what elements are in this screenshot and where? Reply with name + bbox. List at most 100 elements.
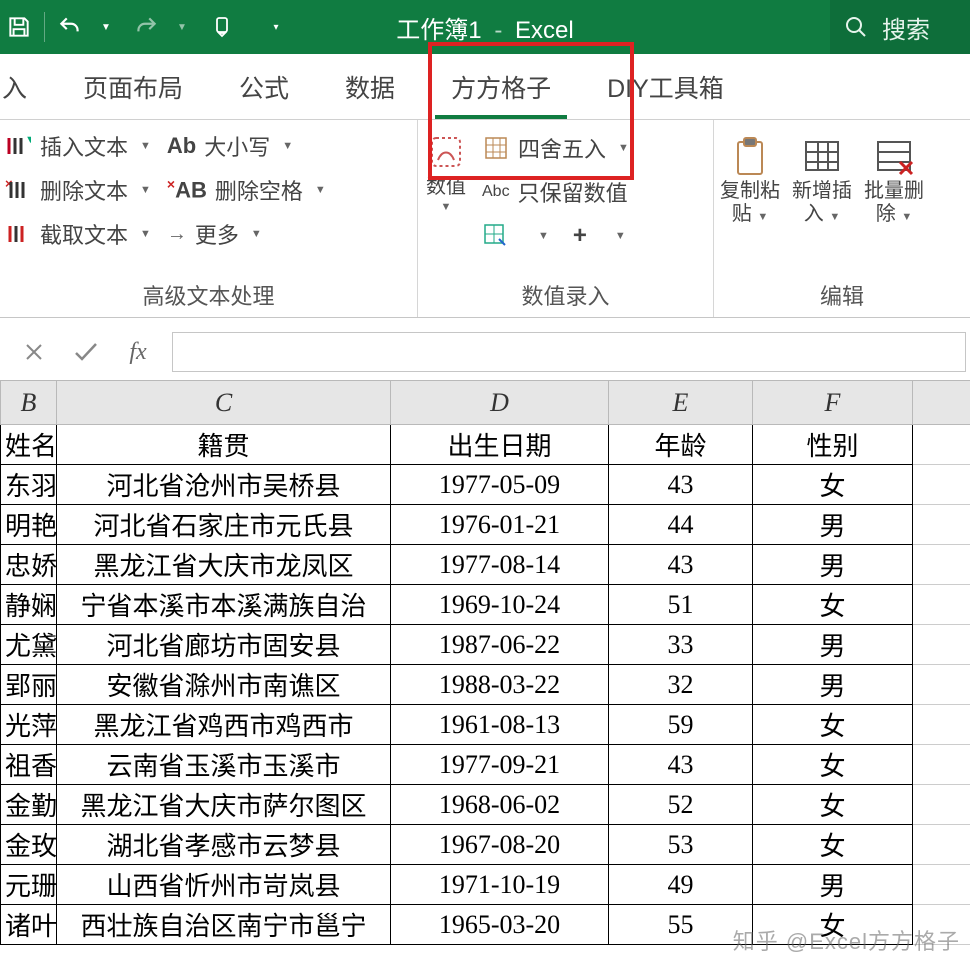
copy-paste-button[interactable]: 复制粘贴 ▼ [714,130,786,226]
table-row[interactable]: 金玫湖北省孝感市云梦县1967-08-2053女 [1,825,970,865]
cell[interactable]: 女 [753,825,913,865]
cell[interactable]: 1987-06-22 [391,625,609,665]
cell[interactable]: 山西省忻州市岢岚县 [57,865,391,905]
plus-button[interactable]: + [573,222,587,250]
table-row[interactable]: 郢丽安徽省滁州市南谯区1988-03-2232男 [1,665,970,705]
cell[interactable]: 安徽省滁州市南谯区 [57,665,391,705]
cell[interactable]: 1961-08-13 [391,705,609,745]
cell[interactable]: 1968-06-02 [391,785,609,825]
col-D[interactable]: D [391,381,609,425]
cell[interactable]: 尤黛 [1,625,57,665]
cell[interactable]: 53 [609,825,753,865]
cell[interactable]: 女 [753,745,913,785]
undo-dropdown[interactable]: ▼ [87,8,125,46]
column-headers[interactable]: B C D E F [1,381,970,425]
cell[interactable]: 女 [753,785,913,825]
edit-table-button[interactable] [482,222,510,250]
table-row[interactable]: 元珊山西省忻州市岢岚县1971-10-1949男 [1,865,970,905]
keep-numeric-button[interactable]: Abc 只保留数值 [482,172,629,212]
cell[interactable]: 44 [609,505,753,545]
undo-button[interactable] [51,8,89,46]
redo-button[interactable] [127,8,165,46]
search-box[interactable]: 搜索 [830,0,970,54]
cut-text-button[interactable]: 截取文本▼ [4,214,151,254]
cell[interactable]: 55 [609,905,753,945]
cancel-formula-button[interactable] [18,336,50,368]
cell[interactable]: 云南省玉溪市玉溪市 [57,745,391,785]
tab-data[interactable]: 数据 [317,54,423,119]
tab-insert[interactable]: 入 [0,54,55,119]
accept-formula-button[interactable] [70,336,102,368]
cell[interactable]: 32 [609,665,753,705]
cell[interactable]: 43 [609,545,753,585]
cell[interactable]: 52 [609,785,753,825]
cell[interactable]: 河北省廊坊市固安县 [57,625,391,665]
save-button[interactable] [0,8,38,46]
cell[interactable]: 明艳 [1,505,57,545]
qat-customize-dropdown[interactable]: ▾ [257,8,295,46]
cell[interactable]: 男 [753,505,913,545]
batch-delete-button[interactable]: 批量删除 ▼ [858,130,930,226]
cell[interactable]: 33 [609,625,753,665]
cell[interactable]: 男 [753,545,913,585]
table-row[interactable]: 忠娇黑龙江省大庆市龙凤区1977-08-1443男 [1,545,970,585]
cell[interactable]: 金勤 [1,785,57,825]
cell[interactable]: 男 [753,625,913,665]
cell[interactable]: 1977-08-14 [391,545,609,585]
cell[interactable]: 西壮族自治区南宁市邕宁 [57,905,391,945]
table-row[interactable]: 金勤黑龙江省大庆市萨尔图区1968-06-0252女 [1,785,970,825]
new-insert-button[interactable]: 新增插入 ▼ [786,130,858,226]
cell[interactable]: 女 [753,905,913,945]
delete-text-button[interactable]: × 删除文本▼ [4,170,151,210]
col-C[interactable]: C [57,381,391,425]
cell[interactable]: 1971-10-19 [391,865,609,905]
fx-button[interactable]: fx [122,336,154,368]
cell[interactable]: 东羽 [1,465,57,505]
cell[interactable]: 女 [753,705,913,745]
redo-dropdown[interactable]: ▼ [163,8,201,46]
col-E[interactable]: E [609,381,753,425]
col-B[interactable]: B [1,381,57,425]
cell[interactable]: 湖北省孝感市云梦县 [57,825,391,865]
table-row[interactable]: 祖香云南省玉溪市玉溪市1977-09-2143女 [1,745,970,785]
chevron-down-icon[interactable]: ▼ [538,230,549,242]
cell[interactable]: 黑龙江省大庆市萨尔图区 [57,785,391,825]
tab-formula[interactable]: 公式 [211,54,317,119]
cell[interactable]: 1977-09-21 [391,745,609,785]
tab-page-layout[interactable]: 页面布局 [55,54,211,119]
cell[interactable]: 1965-03-20 [391,905,609,945]
tab-diy[interactable]: DIY工具箱 [579,54,752,119]
cell[interactable]: 1976-01-21 [391,505,609,545]
cell[interactable]: 祖香 [1,745,57,785]
col-F[interactable]: F [753,381,913,425]
table-row[interactable]: 明艳河北省石家庄市元氏县1976-01-2144男 [1,505,970,545]
cell[interactable]: 43 [609,465,753,505]
cell[interactable]: 43 [609,745,753,785]
cell[interactable]: 光萍 [1,705,57,745]
cell[interactable]: 郢丽 [1,665,57,705]
cell[interactable]: 宁省本溪市本溪满族自治 [57,585,391,625]
case-button[interactable]: Ab 大小写▼ [167,126,326,166]
table-row[interactable]: 东羽河北省沧州市吴桥县1977-05-0943女 [1,465,970,505]
cell[interactable]: 1988-03-22 [391,665,609,705]
cell[interactable]: 金玫 [1,825,57,865]
more-button[interactable]: → 更多▼ [167,214,326,254]
cell[interactable]: 河北省石家庄市元氏县 [57,505,391,545]
sheet-table[interactable]: B C D E F 姓名 籍贯 出生日期 年龄 性别 东羽河北省沧州市吴桥县19… [0,380,970,945]
cell[interactable]: 元珊 [1,865,57,905]
cell[interactable]: 1969-10-24 [391,585,609,625]
cell[interactable]: 静娴 [1,585,57,625]
insert-text-button[interactable]: ▼ 插入文本▼ [4,126,151,166]
cell[interactable]: 黑龙江省鸡西市鸡西市 [57,705,391,745]
table-row[interactable]: 光萍黑龙江省鸡西市鸡西市1961-08-1359女 [1,705,970,745]
formula-input[interactable] [172,332,966,372]
table-row[interactable]: 静娴宁省本溪市本溪满族自治1969-10-2451女 [1,585,970,625]
round-button[interactable]: 四舍五入▼ [482,128,629,168]
table-header-row[interactable]: 姓名 籍贯 出生日期 年龄 性别 [1,425,970,465]
cell[interactable]: 女 [753,585,913,625]
cell[interactable]: 河北省沧州市吴桥县 [57,465,391,505]
tab-ffgz[interactable]: 方方格子 [423,54,579,119]
cell[interactable]: 51 [609,585,753,625]
cell[interactable]: 1977-05-09 [391,465,609,505]
touch-mode-button[interactable] [203,8,241,46]
